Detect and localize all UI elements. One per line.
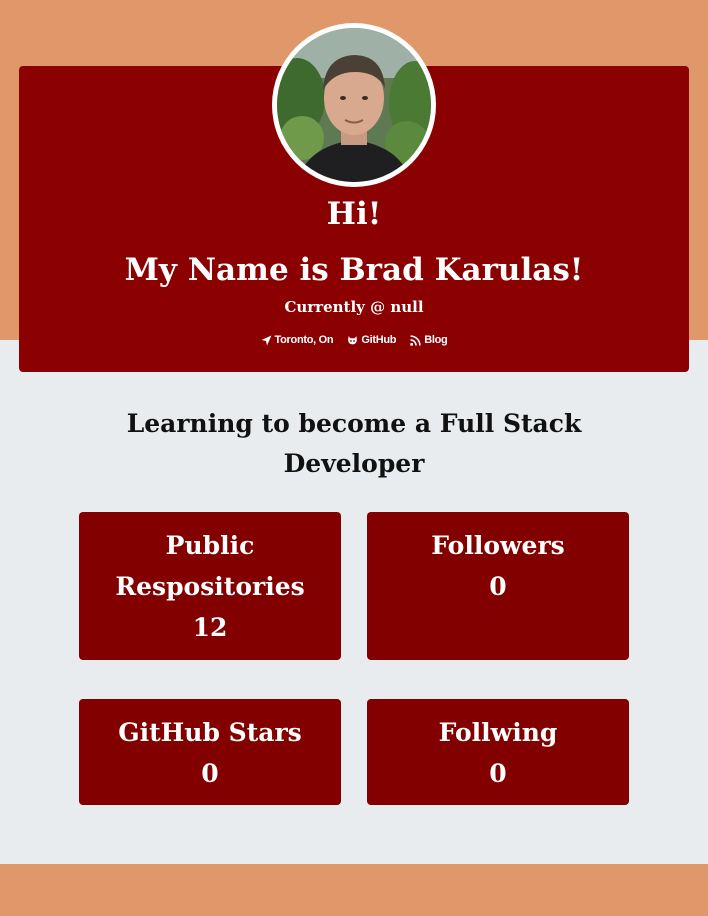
stat-label: GitHub Stars [118,718,302,747]
stat-value: 12 [192,613,228,642]
github-label: GitHub [361,334,397,346]
bio-text: Learning to become a Full Stack Develope… [126,409,582,478]
stat-card-following: Follwing 0 [367,699,629,805]
stat-label: Public Respositories [115,531,305,601]
stat-value: 0 [489,572,507,601]
stat-value: 0 [489,759,507,788]
footer-band [0,864,708,916]
github-link[interactable]: GitHub [347,334,397,346]
rss-icon [410,334,421,346]
blog-link[interactable]: Blog [410,334,448,346]
name-heading: My Name is Brad Karulas! [124,252,584,288]
avatar [272,23,436,187]
blog-label: Blog [424,334,448,346]
company-text: Currently @ null [284,298,424,316]
stat-label: Followers [431,531,565,560]
location-label: Toronto, On [274,334,334,346]
profile-links: Toronto, On GitHub Blog [19,334,689,346]
location-arrow-icon [261,335,272,346]
location-link[interactable]: Toronto, On [261,334,334,346]
stat-card-github-stars: GitHub Stars 0 [79,699,341,805]
stat-card-followers: Followers 0 [367,512,629,660]
stat-card-public-repositories: Public Respositories 12 [79,512,341,660]
stat-label: Follwing [438,718,558,747]
stat-value: 0 [201,759,219,788]
profile-photo [277,28,431,182]
greeting-heading: Hi! [326,196,382,232]
github-icon [347,335,358,346]
